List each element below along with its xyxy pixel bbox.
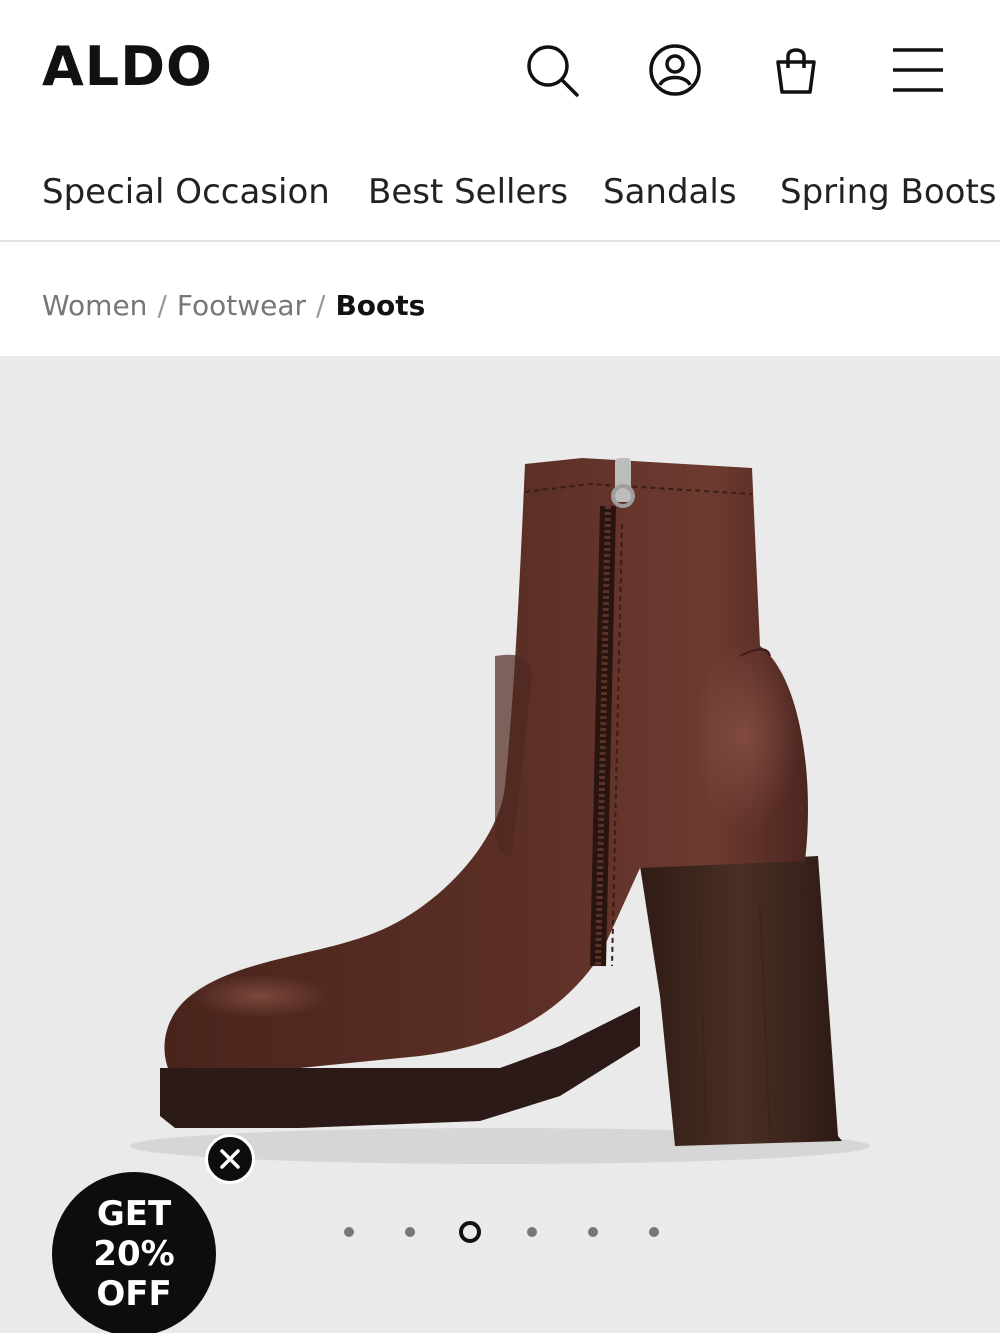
promo-line: OFF: [96, 1274, 172, 1314]
shopping-bag-icon: [776, 48, 816, 94]
aldo-logo[interactable]: ALDO: [42, 40, 213, 94]
carousel-dot[interactable]: [649, 1227, 659, 1237]
nav-item-best-sellers[interactable]: Best Sellers: [368, 170, 568, 214]
breadcrumb-separator: /: [157, 289, 167, 322]
cart-button[interactable]: [766, 40, 826, 100]
account-button[interactable]: [645, 40, 705, 100]
carousel-dot[interactable]: [588, 1227, 598, 1237]
breadcrumb-separator: /: [316, 289, 326, 322]
carousel-dot[interactable]: [405, 1227, 415, 1237]
breadcrumb-boots: Boots: [335, 289, 426, 322]
breadcrumb: Women / Footwear / Boots: [42, 286, 425, 326]
breadcrumb-footwear[interactable]: Footwear: [177, 289, 306, 322]
nav-item-spring-boots[interactable]: Spring Boots: [780, 170, 997, 214]
carousel-dot[interactable]: [344, 1227, 354, 1237]
carousel-dot-active[interactable]: [459, 1221, 481, 1243]
search-button[interactable]: [522, 40, 582, 100]
menu-icon: [893, 48, 943, 92]
search-icon: [527, 45, 579, 97]
carousel-dot[interactable]: [527, 1227, 537, 1237]
close-icon: [220, 1149, 240, 1169]
menu-button[interactable]: [888, 40, 948, 100]
category-nav: Special Occasion Best Sellers Sandals Sp…: [0, 150, 1000, 242]
promo-line: GET: [96, 1194, 172, 1234]
account-icon: [649, 44, 701, 96]
breadcrumb-women[interactable]: Women: [42, 289, 147, 322]
promo-discount-badge[interactable]: GET 20% OFF: [52, 1172, 216, 1333]
nav-item-special-occasion[interactable]: Special Occasion: [42, 170, 330, 214]
promo-line: 20%: [93, 1234, 175, 1274]
promo-close-button[interactable]: [205, 1134, 255, 1184]
site-header: ALDO: [0, 0, 1000, 140]
nav-item-sandals[interactable]: Sandals: [603, 170, 737, 214]
